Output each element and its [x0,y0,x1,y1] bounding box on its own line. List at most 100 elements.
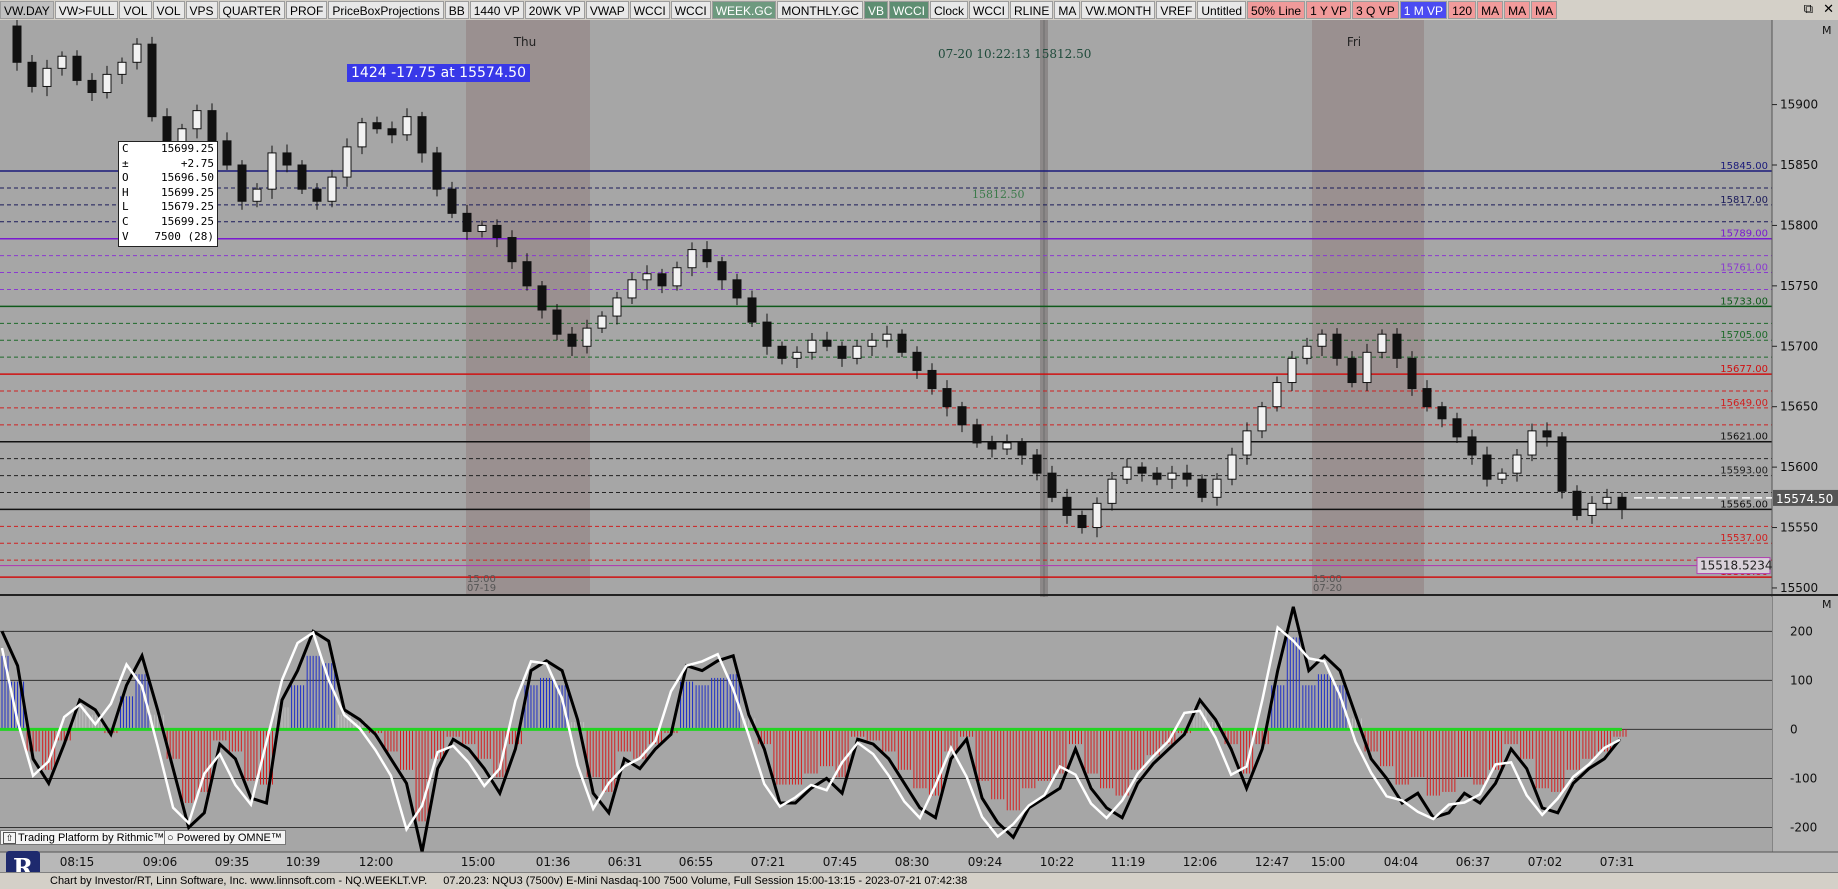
close-icon[interactable]: ✕ [1823,0,1834,20]
toolbar-button-8[interactable]: BB [444,1,469,19]
candle-body [1257,406,1267,432]
footer-credit: Chart by Investor/RT, Linn Software, Inc… [50,875,428,887]
ohlc-key: C [122,214,129,228]
level-label: 15565.00 [1720,499,1768,510]
candle-body [717,261,727,281]
toolbar-button-31[interactable]: MA [1504,1,1531,19]
candle-body [702,249,712,263]
candle-body [492,224,502,239]
ohlc-value: 15699.25 [161,214,214,228]
time-axis-label: 11:19 [1111,855,1146,869]
candle-body [792,351,802,359]
toolbar-button-32[interactable]: MA [1531,1,1558,19]
toolbar-button-6[interactable]: PROF [285,1,328,19]
candle-body [1212,478,1222,498]
price-axis-label: 15750 [1780,279,1818,293]
rithmic-icon: ⇧ [3,832,16,844]
candle-body [222,140,232,166]
restore-icon[interactable]: ⧉ [1804,0,1813,20]
time-axis-label: 08:30 [895,855,930,869]
osc-axis-label: -200 [1790,820,1817,834]
candle-body [132,43,142,63]
price-axis-label: 15600 [1780,460,1818,474]
toolbar-button-15[interactable]: MONTHLY.GC [777,1,863,19]
box-price-text: 15518.5234 [1700,559,1773,573]
toolbar-button-18[interactable]: Clock [929,1,968,19]
candle-body [1602,496,1612,504]
toolbar-button-22[interactable]: VW.MONTH [1081,1,1156,19]
level-label: 15761.00 [1720,263,1768,274]
toolbar-button-17[interactable]: WCCI [888,1,929,19]
candle-body [1332,333,1342,359]
toolbar-button-1[interactable]: VW>FULL [54,1,119,19]
candle-body [117,61,127,75]
osc-axis-label: 100 [1790,673,1813,687]
toolbar-button-2[interactable]: VOL [119,1,152,19]
rithmic-badge[interactable]: ⇧ Trading Platform by Rithmic™ [0,830,169,845]
toolbar-button-30[interactable]: MA [1477,1,1504,19]
level-label: 15537.00 [1720,533,1768,544]
omne-badge-label: Powered by OMNE™ [176,832,282,844]
toolbar-button-14[interactable]: WEEK.GC [711,1,777,19]
ohlc-row: O 15696.50 [119,171,217,186]
candle-body [342,146,352,178]
candle-body [642,273,652,281]
toolbar-button-13[interactable]: WCCI [670,1,711,19]
ohlc-key: O [122,171,129,185]
toolbar-button-24[interactable]: Untitled [1197,1,1247,19]
toolbar-button-19[interactable]: WCCI [969,1,1009,19]
toolbar-button-11[interactable]: VWAP [585,1,629,19]
price-chart[interactable]: 15845.00 15817.00 15789.00 15761.00 15733.00… [0,20,1838,872]
candle-body [432,152,442,190]
ohlc-row: C 15699.25 [119,142,217,157]
toolbar-button-23[interactable]: VREF [1156,1,1197,19]
candle-body [207,110,217,142]
ohlc-value: +2.75 [180,156,214,170]
toolbar-button-0[interactable]: VW.DAY [0,1,54,19]
time-axis-label: 10:22 [1040,855,1075,869]
ohlc-readout-box: C 15699.25 ± +2.75 O 15696.50 H 15699.25 L 15679.… [118,141,218,247]
toolbar-button-5[interactable]: QUARTER [218,1,285,19]
toolbar-button-9[interactable]: 1440 VP [469,1,524,19]
candle-body [1617,496,1627,510]
candle-body [192,110,202,130]
toolbar-button-10[interactable]: 20WK VP [524,1,585,19]
session-date: 07-19 [467,583,496,594]
toolbar-button-27[interactable]: 3 Q VP [1352,1,1399,19]
omne-badge[interactable]: ○ Powered by OMNE™ [164,830,286,845]
panel-m-label[interactable]: M [1822,24,1832,37]
toolbar-button-3[interactable]: VOL [152,1,185,19]
toolbar-button-21[interactable]: MA [1054,1,1081,19]
toolbar-button-26[interactable]: 1 Y VP [1306,1,1352,19]
osc-axis-label: 0 [1790,722,1798,736]
candle-body [672,267,682,287]
candle-body [1167,472,1177,480]
candle-body [1527,430,1537,456]
toolbar-button-16[interactable]: VB [863,1,888,19]
time-axis-label: 15:00 [1311,855,1346,869]
toolbar-button-28[interactable]: 1 M VP [1399,1,1448,19]
ohlc-key: L [122,200,129,214]
candle-body [1032,454,1042,474]
candle-body [897,333,907,353]
level-label: 15817.00 [1720,195,1768,206]
candle-body [1182,472,1192,480]
candle-body [477,224,487,232]
candle-body [762,321,772,347]
time-axis-label: 07:31 [1600,855,1635,869]
time-axis-label: 10:39 [286,855,321,869]
candle-body [987,442,997,450]
candle-body [1587,502,1597,516]
ohlc-value: 7500 (28) [154,229,214,243]
toolbar-button-29[interactable]: 120 [1448,1,1477,19]
toolbar-button-20[interactable]: RLINE [1010,1,1054,19]
toolbar-button-25[interactable]: 50% Line [1247,1,1306,19]
panel-m-label[interactable]: M [1822,598,1832,611]
osc-axis-label: -100 [1790,771,1817,785]
price-axis-label: 15650 [1780,400,1818,414]
toolbar-button-7[interactable]: PriceBoxProjections [328,1,444,19]
cursor-readout: 07-20 10:22:13 15812.50 [938,47,1091,61]
day-label: Fri [1347,35,1361,49]
toolbar-button-12[interactable]: WCCI [629,1,670,19]
toolbar-button-4[interactable]: VPS [185,1,218,19]
